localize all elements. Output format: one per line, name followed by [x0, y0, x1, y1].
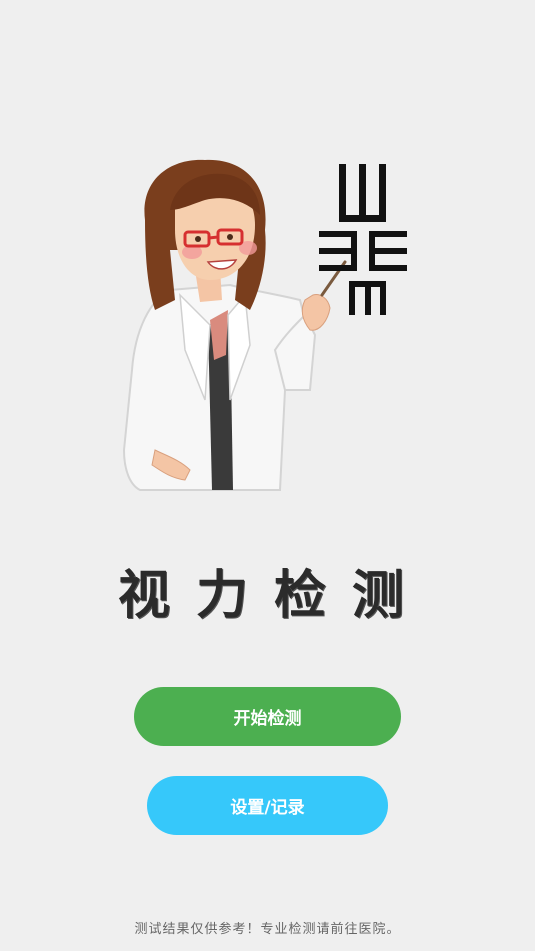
- app-title: 视力检测: [117, 565, 430, 626]
- hand: [301, 294, 331, 331]
- tumbling-e-up-icon: [339, 164, 386, 222]
- settings-records-button[interactable]: 设置/记录: [147, 776, 388, 835]
- start-test-button[interactable]: 开始检测: [134, 687, 401, 746]
- tumbling-e-left-icon: [319, 231, 357, 271]
- disclaimer-text: 测试结果仅供参考！专业检测请前往医院。: [134, 922, 401, 937]
- eye-chart: [319, 164, 407, 315]
- tumbling-e-down-icon: [349, 281, 386, 315]
- tumbling-e-right-icon: [369, 231, 407, 271]
- doctor-illustration: [122, 159, 407, 491]
